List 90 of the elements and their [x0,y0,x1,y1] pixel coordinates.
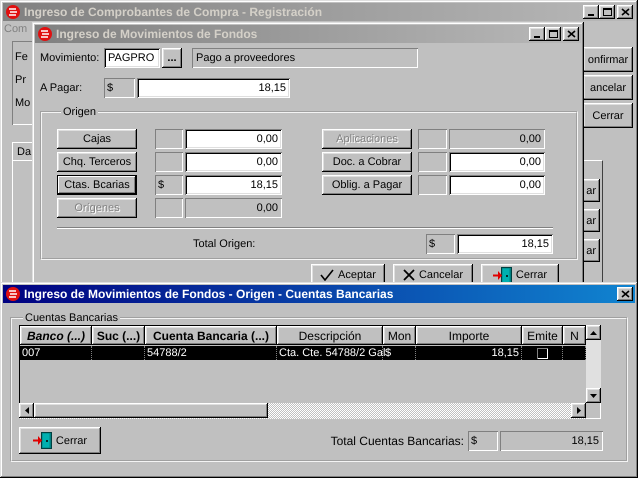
left-arrow-icon [24,407,28,414]
table-cell: $ [383,346,416,360]
column-header[interactable]: Banco (...) [20,326,92,345]
amount-field[interactable]: 0,00 [449,152,545,172]
vertical-scrollbar[interactable] [586,325,601,403]
scroll-up-button[interactable] [586,325,601,340]
source-button[interactable]: Oblig. a Pagar [322,175,412,195]
table-cell: Cta. Cte. 54788/2 Gal [277,346,383,360]
amount-field[interactable]: 0,00 [185,152,282,172]
close-icon [620,290,630,298]
currency-field: $ [155,175,183,195]
field-label: Fe [15,51,28,63]
source-button: Aplicaciones [322,129,412,149]
app-icon [5,286,21,302]
scroll-left-button[interactable] [19,403,34,418]
maximize-icon [602,8,612,16]
amount-field: 0,00 [449,129,545,149]
amount-field: 0,00 [185,198,282,218]
action-button[interactable]: ancelar [583,75,633,100]
total-label: Total Cuentas Bancarias: [330,434,464,448]
down-arrow-icon [590,394,597,398]
close-button[interactable] [563,27,579,41]
close-button[interactable] [617,5,633,19]
column-header[interactable]: Mon [383,326,416,345]
amount-field: 18,15 [500,430,603,450]
column-header[interactable]: Importe [416,326,522,345]
door-icon [32,432,52,449]
cross-icon [402,269,415,281]
currency-field [155,152,183,172]
close-icon [620,8,630,16]
table-row[interactable]: 007 54788/2 Cta. Cte. 54788/2 Gal$ 18,15 [20,346,586,360]
maximize-button[interactable] [545,27,561,41]
source-button[interactable]: Chq. Terceros [57,152,137,172]
currency-field [155,198,183,218]
minimize-button[interactable] [583,5,599,19]
field-label: Movimiento: [40,52,100,64]
window-title: Ingreso de Comprobantes de Compra - Registración [24,5,324,19]
column-header[interactable]: N [563,326,586,345]
currency-field [418,129,447,149]
column-header[interactable]: Cuenta Bancaria (...) [145,326,277,345]
window-title: Ingreso de Movimientos de Fondos - Origen - Cuentas Bancarias [24,287,394,301]
action-button[interactable]: onfirmar [583,47,633,72]
minimize-button[interactable] [529,27,545,41]
group-label: Origen [62,106,98,118]
scroll-down-button[interactable] [586,388,601,403]
source-button[interactable]: Cajas [57,129,137,149]
amount-field[interactable]: 18,15 [185,175,282,195]
group-label: Cuentas Bancarias [24,312,119,324]
currency-field [418,175,447,195]
code-field[interactable]: PAGPRO [104,48,160,68]
horizontal-scrollbar[interactable] [19,403,586,419]
close-icon [566,30,576,38]
amount-field[interactable]: 0,00 [449,175,545,195]
amount-field[interactable]: 0,00 [185,129,282,149]
scroll-right-button[interactable] [571,403,586,418]
amount-field[interactable]: 18,15 [137,78,290,98]
maximize-icon [548,30,558,38]
app-icon [5,4,21,20]
source-button[interactable]: Doc. a Cobrar [322,152,412,172]
maximize-button[interactable] [599,5,615,19]
description-field: Pago a proveedores [192,48,418,68]
scrollbar-thumb[interactable] [34,403,268,418]
column-header[interactable]: Descripción [277,326,383,345]
field-label: Pr [15,74,26,86]
close-button[interactable] [617,287,633,301]
field-label: Mo [15,97,30,109]
currency-field: $ [468,430,498,450]
window-title: Ingreso de Movimientos de Fondos [56,27,258,41]
column-header[interactable]: Suc (...) [92,326,145,345]
app-icon [37,26,53,42]
lookup-button[interactable]: ... [162,48,182,68]
up-arrow-icon [590,330,597,334]
action-button[interactable]: Cerrar [583,103,633,128]
right-arrow-icon [576,407,580,414]
total-label: Total Origen: [193,238,256,250]
currency-field: $ [426,234,455,254]
source-button: Orígenes [57,198,137,218]
table-cell: 007 [20,346,92,360]
amount-field: 18,15 [457,234,553,254]
table-cell: 18,15 [416,346,522,360]
currency-field [155,129,183,149]
checkbox[interactable] [536,348,548,358]
check-icon [320,269,334,281]
source-button[interactable]: Ctas. Bcarias [57,175,137,195]
table-cell: 54788/2 [145,346,277,360]
field-label: A Pagar: [40,82,84,94]
column-header[interactable]: Emite [522,326,563,345]
currency-field [418,152,447,172]
currency-field: $ [104,78,135,98]
close-button[interactable]: Cerrar [19,427,101,454]
